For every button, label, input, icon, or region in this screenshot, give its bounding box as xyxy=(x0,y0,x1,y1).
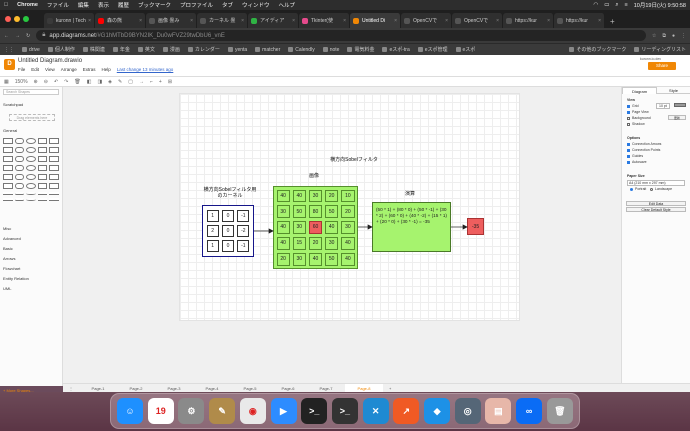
edit-data-button[interactable]: Edit Data xyxy=(626,201,686,206)
infinity-icon[interactable]: ∞ xyxy=(516,398,543,424)
tab-diagram[interactable]: Diagram xyxy=(622,87,657,94)
tab-style[interactable]: Style xyxy=(657,87,690,94)
portrait-radio[interactable]: Portrait xyxy=(630,187,646,191)
trash-icon[interactable]: 🗑 xyxy=(546,398,573,424)
landscape-radio[interactable]: Landscape xyxy=(650,187,672,191)
grid-size-input[interactable]: 10 pt xyxy=(656,103,670,109)
background-edit-button[interactable]: 更新 xyxy=(668,115,686,120)
vscode-icon[interactable]: ✕ xyxy=(362,398,389,424)
terminal-icon[interactable]: >_ xyxy=(301,398,328,424)
shadow-checkbox[interactable]: Shadow xyxy=(627,122,645,126)
zoom-icon[interactable]: ▶ xyxy=(270,398,297,424)
paper-size-select[interactable]: A4 (210 mm x 297 mm) xyxy=(627,180,685,186)
connector-arrows xyxy=(254,224,468,234)
arrowhead-calc-to-result xyxy=(462,224,468,230)
arrowhead-image-to-calc xyxy=(367,224,373,230)
notes-app-icon[interactable]: ✎ xyxy=(209,398,236,424)
add-page-icon[interactable]: + xyxy=(383,386,397,391)
system-preferences-icon[interactable]: ⚙ xyxy=(178,398,205,424)
paper-size-header: Paper Size xyxy=(627,174,645,178)
chrome-icon[interactable]: ◉ xyxy=(239,398,266,424)
calendar-icon[interactable]: 19 xyxy=(147,398,174,424)
preview-icon[interactable]: ▤ xyxy=(485,398,512,424)
drawio-app-icon[interactable]: ↗ xyxy=(393,398,420,424)
connection-arrows-checkbox[interactable]: Connection Arrows xyxy=(627,142,661,146)
arrowhead-kernel-to-image xyxy=(268,228,274,234)
pages-menu-icon[interactable]: ⋮ xyxy=(63,386,79,391)
grid-checkbox[interactable]: Grid xyxy=(627,104,639,108)
background-checkbox[interactable]: Background xyxy=(627,116,651,120)
dock: ☺ 19 ⚙ ✎ ◉ ▶ >_ >_ ✕ ↗ ◆ ◎ ▤ ∞ 🗑 xyxy=(110,393,580,429)
grid-color-swatch[interactable] xyxy=(674,103,686,107)
page-view-checkbox[interactable]: Page View xyxy=(627,110,649,114)
autosave-checkbox[interactable]: Autosave xyxy=(627,160,647,164)
camera-icon[interactable]: ◎ xyxy=(454,398,481,424)
terminal2-icon[interactable]: >_ xyxy=(331,398,358,424)
clear-default-style-button[interactable]: Clear Default Style xyxy=(626,207,686,212)
guides-checkbox[interactable]: Guides xyxy=(627,154,643,158)
docker-icon[interactable]: ◆ xyxy=(424,398,451,424)
options-header: Options xyxy=(627,136,641,140)
finder-icon[interactable]: ☺ xyxy=(117,398,143,424)
format-panel xyxy=(621,87,690,386)
page-tabs: ⋮ Page-1 Page-2 Page-3 Page-4 Page-5 Page-6 Pag… xyxy=(63,383,690,393)
connection-points-checkbox[interactable]: Connection Points xyxy=(627,148,660,152)
view-header: View xyxy=(627,98,635,102)
format-tabs: Diagram Style xyxy=(622,87,690,94)
